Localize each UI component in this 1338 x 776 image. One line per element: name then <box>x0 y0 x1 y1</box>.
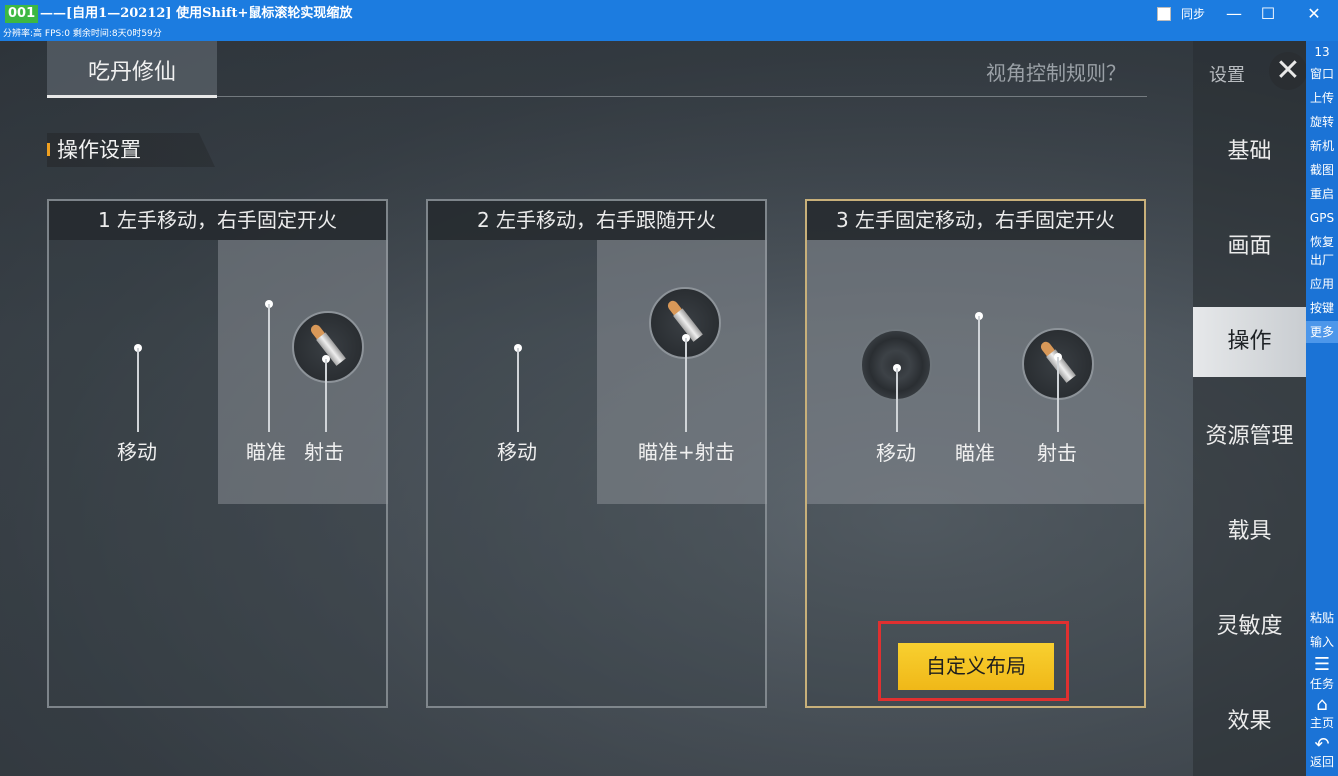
aim-label: 瞄准 <box>955 441 995 465</box>
section-header: 操作设置 <box>47 133 215 167</box>
tool-tasks[interactable]: 任务 <box>1306 673 1338 695</box>
card-title: 1 左手移动，右手固定开火 <box>49 201 386 240</box>
move-stem <box>517 348 519 432</box>
close-window-button[interactable]: ✕ <box>1302 3 1326 25</box>
fire-label: 射击 <box>1037 441 1077 465</box>
tab-underline <box>47 95 217 98</box>
custom-layout-button[interactable]: 自定义布局 <box>898 643 1054 690</box>
menu-item-basic[interactable]: 基础 <box>1193 117 1306 187</box>
tool-more[interactable]: 更多 <box>1306 321 1338 343</box>
window-title: ——[自用1—20212] 使用Shift+鼠标滚轮实现缩放 <box>40 6 353 21</box>
card-title: 3 左手固定移动，右手固定开火 <box>807 201 1144 240</box>
menu-item-effects[interactable]: 效果 <box>1193 687 1306 757</box>
tool-window[interactable]: 窗口 <box>1306 63 1338 85</box>
menu-item-sensitivity[interactable]: 灵敏度 <box>1193 592 1306 662</box>
menu-item-controls[interactable]: 操作 <box>1193 307 1306 377</box>
tool-home[interactable]: 主页 <box>1306 712 1338 734</box>
fire-label: 射击 <box>304 440 344 464</box>
tool-restart[interactable]: 重启 <box>1306 183 1338 205</box>
close-icon[interactable]: ✕ <box>1269 52 1306 90</box>
tool-new-device[interactable]: 新机 <box>1306 135 1338 157</box>
move-label: 移动 <box>876 441 916 465</box>
tab-main[interactable]: 吃丹修仙 <box>47 41 217 98</box>
card-title: 2 左手移动，右手跟随开火 <box>428 201 765 240</box>
title-bar: 001 ——[自用1—20212] 使用Shift+鼠标滚轮实现缩放 同步 — … <box>0 0 1338 28</box>
aim-fire-label: 瞄准+射击 <box>638 440 735 464</box>
move-stem <box>896 368 898 432</box>
section-marker <box>47 143 50 156</box>
fire-button-icon <box>292 311 364 383</box>
view-rules-link[interactable]: 视角控制规则？ <box>986 57 1126 86</box>
menu-item-graphics[interactable]: 画面 <box>1193 212 1306 282</box>
tool-paste[interactable]: 粘贴 <box>1306 607 1338 629</box>
tool-rotate[interactable]: 旋转 <box>1306 111 1338 133</box>
window-badge: 001 <box>5 5 39 23</box>
aim-stem <box>268 304 270 432</box>
control-mode-card-2[interactable]: 2 左手移动，右手跟随开火 移动 瞄准+射击 <box>426 199 767 708</box>
move-label: 移动 <box>497 440 537 464</box>
section-title: 操作设置 <box>57 138 141 162</box>
tool-gps[interactable]: GPS <box>1306 207 1338 229</box>
game-screen: 吃丹修仙 视角控制规则？ 操作设置 1 左手移动，右手固定开火 移动 瞄准 射击… <box>0 41 1306 776</box>
tool-upload[interactable]: 上传 <box>1306 87 1338 109</box>
sync-checkbox[interactable] <box>1157 7 1171 21</box>
sync-label: 同步 <box>1181 7 1206 21</box>
move-label: 移动 <box>117 440 157 464</box>
tool-back[interactable]: 返回 <box>1306 751 1338 773</box>
toolbar-count: 13 <box>1314 45 1330 59</box>
minimize-button[interactable]: — <box>1222 3 1246 25</box>
maximize-button[interactable]: ☐ <box>1256 3 1280 25</box>
control-mode-card-1[interactable]: 1 左手移动，右手固定开火 移动 瞄准 射击 <box>47 199 388 708</box>
fire-stem <box>1057 357 1059 432</box>
status-bar: 分辨率:高 FPS:0 剩余时间:8天0时59分 <box>0 28 1338 41</box>
tool-input[interactable]: 输入 <box>1306 631 1338 653</box>
settings-header: 设置 ✕ <box>1193 45 1306 100</box>
tool-apps[interactable]: 应用 <box>1306 273 1338 295</box>
aim-stem <box>978 316 980 432</box>
tool-keys[interactable]: 按键 <box>1306 297 1338 319</box>
move-stem <box>137 348 139 432</box>
menu-item-vehicle[interactable]: 载具 <box>1193 497 1306 567</box>
menu-icon[interactable]: ☰ <box>1306 655 1338 675</box>
menu-item-resources[interactable]: 资源管理 <box>1193 402 1306 472</box>
emulator-toolbar: 13 窗口 上传 旋转 新机 截图 重启 GPS 恢复 出厂 应用 按键 更多 … <box>1306 41 1338 776</box>
aim-label: 瞄准 <box>246 440 286 464</box>
fire-stem <box>325 359 327 432</box>
tool-factory[interactable]: 出厂 <box>1306 249 1338 271</box>
aim-fire-stem <box>685 338 687 432</box>
settings-label: 设置 <box>1209 65 1245 86</box>
tool-screenshot[interactable]: 截图 <box>1306 159 1338 181</box>
